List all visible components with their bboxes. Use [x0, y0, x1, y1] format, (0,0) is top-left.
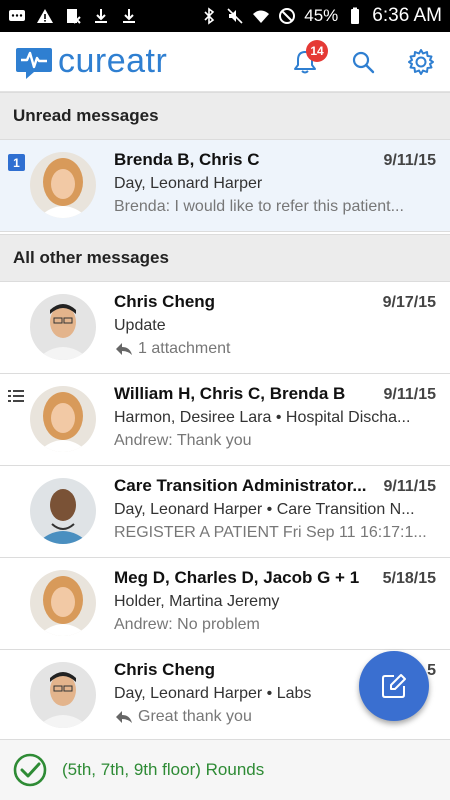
message-date: 5: [427, 662, 436, 679]
chat-notification-icon: [9, 10, 25, 21]
message-preview: REGISTER A PATIENT Fri Sep 11 16:17:1...: [114, 524, 427, 541]
avatar: [30, 294, 96, 360]
wifi-icon: [253, 10, 270, 23]
message-date: 9/11/15: [383, 386, 437, 403]
message-row[interactable]: Care Transition Administrator... 9/11/15…: [0, 466, 450, 558]
battery-percent: 45%: [304, 6, 339, 25]
message-participants: Chris Cheng: [114, 292, 216, 311]
chat-pulse-logo-icon: [16, 47, 52, 79]
message-preview: Great thank you: [138, 708, 252, 725]
message-preview: 1 attachment: [138, 340, 231, 357]
active-context-bar[interactable]: (5th, 7th, 9th floor) Rounds: [0, 739, 450, 800]
clock: 6:36 AM: [372, 5, 442, 26]
avatar: [30, 152, 96, 218]
compose-icon: [382, 674, 406, 698]
avatar: [30, 570, 96, 636]
avatar: [30, 662, 96, 728]
message-date: 9/11/15: [383, 152, 437, 169]
document-icon: [67, 9, 81, 24]
message-preview: Brenda: I would like to refer this patie…: [114, 198, 404, 215]
section-header-other: All other messages: [0, 234, 450, 282]
message-row[interactable]: Meg D, Charles D, Jacob G + 1 5/18/15 Ho…: [0, 558, 450, 650]
message-date: 5/18/15: [382, 570, 436, 587]
bluetooth-icon: [204, 7, 215, 25]
app-header: cureatr 14: [0, 32, 450, 92]
mute-icon: [227, 8, 243, 24]
message-date: 9/11/15: [383, 478, 437, 495]
message-preview: Andrew: No problem: [114, 616, 260, 633]
message-row[interactable]: Chris Cheng 9/17/15 Update 1 attachment: [0, 282, 450, 374]
reply-icon: [116, 711, 132, 723]
unread-count-badge: 1: [8, 154, 25, 171]
notification-badge: 14: [306, 40, 328, 62]
message-participants: Meg D, Charles D, Jacob G + 1: [114, 568, 360, 587]
message-row[interactable]: 1 Brenda B, Chris C 9/11/15 Day, Leonard…: [0, 140, 450, 232]
message-preview: Andrew: Thank you: [114, 432, 252, 449]
message-patient: Harmon, Desiree Lara • Hospital Discha..…: [114, 409, 411, 426]
search-icon: [352, 51, 375, 74]
avatar: [30, 386, 96, 452]
check-circle-icon: [13, 753, 47, 787]
rounds-label: (5th, 7th, 9th floor) Rounds: [62, 760, 265, 779]
status-bar: 45% 6:36 AM: [0, 0, 450, 32]
reply-icon: [116, 343, 132, 355]
message-date: 9/17/15: [382, 294, 436, 311]
settings-button[interactable]: [392, 32, 450, 92]
message-participants: William H, Chris C, Brenda B: [114, 384, 346, 403]
do-not-disturb-icon: [279, 8, 296, 24]
download-icon: [95, 9, 107, 23]
message-subject: Update: [114, 317, 166, 334]
brand-logo: cureatr: [14, 42, 167, 82]
gear-icon: [408, 49, 434, 75]
message-patient: Holder, Martina Jeremy: [114, 593, 280, 610]
section-header-unread: Unread messages: [0, 92, 450, 140]
message-participants: Care Transition Administrator...: [114, 476, 367, 495]
message-patient: Day, Leonard Harper: [114, 175, 263, 192]
message-patient: Day, Leonard Harper • Care Transition N.…: [114, 501, 415, 518]
app-screen: 45% 6:36 AM cureatr 14 Unread messages 1…: [0, 0, 450, 800]
notifications-button[interactable]: 14: [276, 32, 334, 92]
message-row[interactable]: William H, Chris C, Brenda B 9/11/15 Har…: [0, 374, 450, 466]
battery-icon: [351, 7, 360, 24]
compose-button[interactable]: [359, 651, 429, 721]
brand-name: cureatr: [58, 42, 168, 80]
avatar: [30, 478, 96, 544]
warning-icon: [37, 9, 53, 23]
download-icon: [123, 9, 135, 23]
search-button[interactable]: [334, 32, 392, 92]
message-participants: Brenda B, Chris C: [114, 150, 260, 169]
list-icon: [8, 390, 24, 402]
